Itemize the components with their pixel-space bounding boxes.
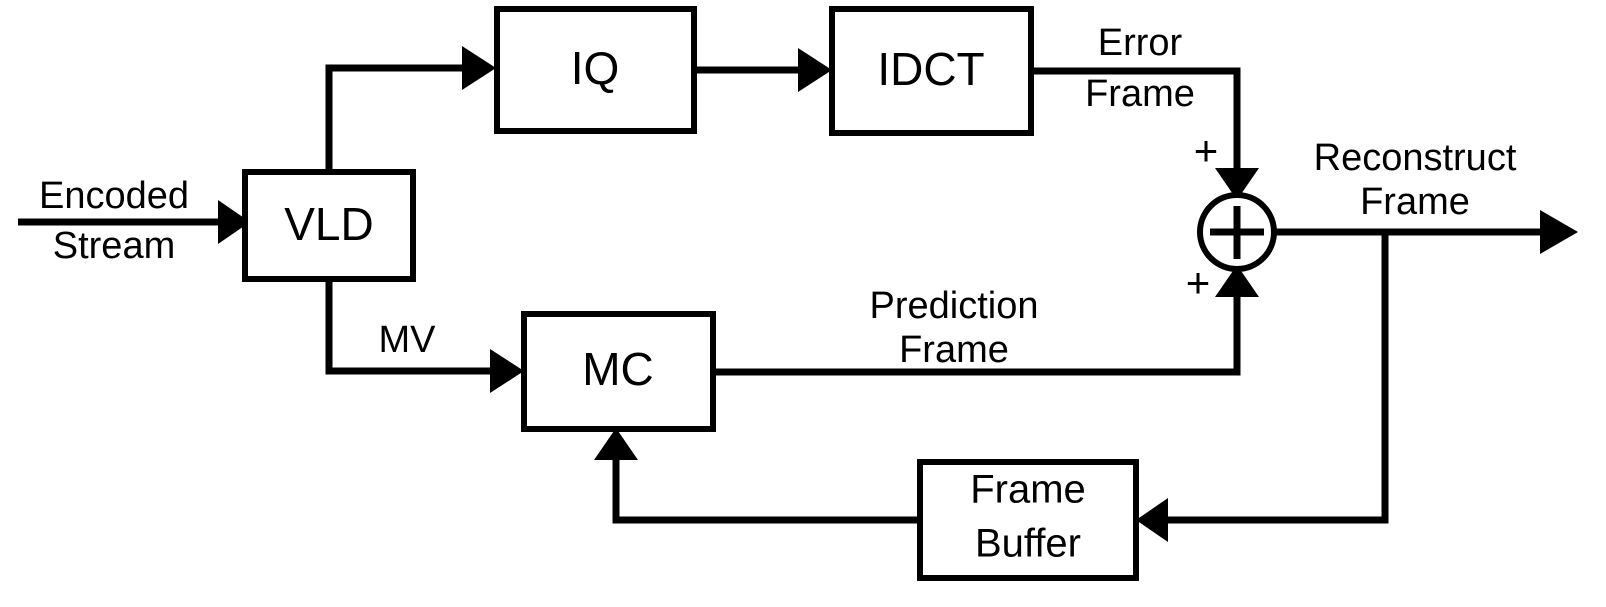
label-error-frame-line2: Frame [1085,73,1195,115]
wire-vld-to-iq [325,46,496,172]
label-prediction-frame: Prediction Frame [870,285,1039,371]
block-iq[interactable]: IQ [494,6,697,134]
block-mc[interactable]: MC [521,311,716,432]
block-frame-buffer[interactable]: Frame Buffer [917,459,1139,581]
summing-junction[interactable] [1197,192,1277,272]
adder-input-bottom-sign: + [1186,259,1211,306]
block-frame-buffer-label-line1: Frame [970,468,1086,512]
label-encoded-stream-line1: Encoded [39,175,189,217]
wire-output-to-frame-buffer [1136,232,1389,542]
block-idct-label: IDCT [877,43,984,95]
block-diagram-canvas: VLD IQ IDCT MC Frame Buffer + + Encoded … [0,0,1606,607]
wire-frame-buffer-to-mc [594,428,920,524]
label-reconstruct-frame-line2: Frame [1360,181,1470,223]
block-idct[interactable]: IDCT [829,6,1034,136]
adder-input-top-sign: + [1194,127,1219,174]
block-frame-buffer-label-line2: Buffer [975,522,1081,566]
label-encoded-stream-line2: Stream [53,225,175,267]
label-error-frame-line1: Error [1098,22,1183,64]
block-mc-label: MC [582,343,654,395]
block-vld-label: VLD [284,198,373,250]
block-iq-label: IQ [571,42,620,94]
label-reconstruct-frame: Reconstruct Frame [1314,137,1517,223]
block-vld[interactable]: VLD [242,169,416,282]
label-mv: MV [379,319,437,361]
label-reconstruct-frame-line1: Reconstruct [1314,137,1517,179]
diagram-svg: VLD IQ IDCT MC Frame Buffer + + Encoded … [18,6,1578,581]
wire-iq-to-idct [694,48,832,92]
label-prediction-frame-line1: Prediction [870,285,1039,327]
label-prediction-frame-line2: Frame [899,329,1009,371]
